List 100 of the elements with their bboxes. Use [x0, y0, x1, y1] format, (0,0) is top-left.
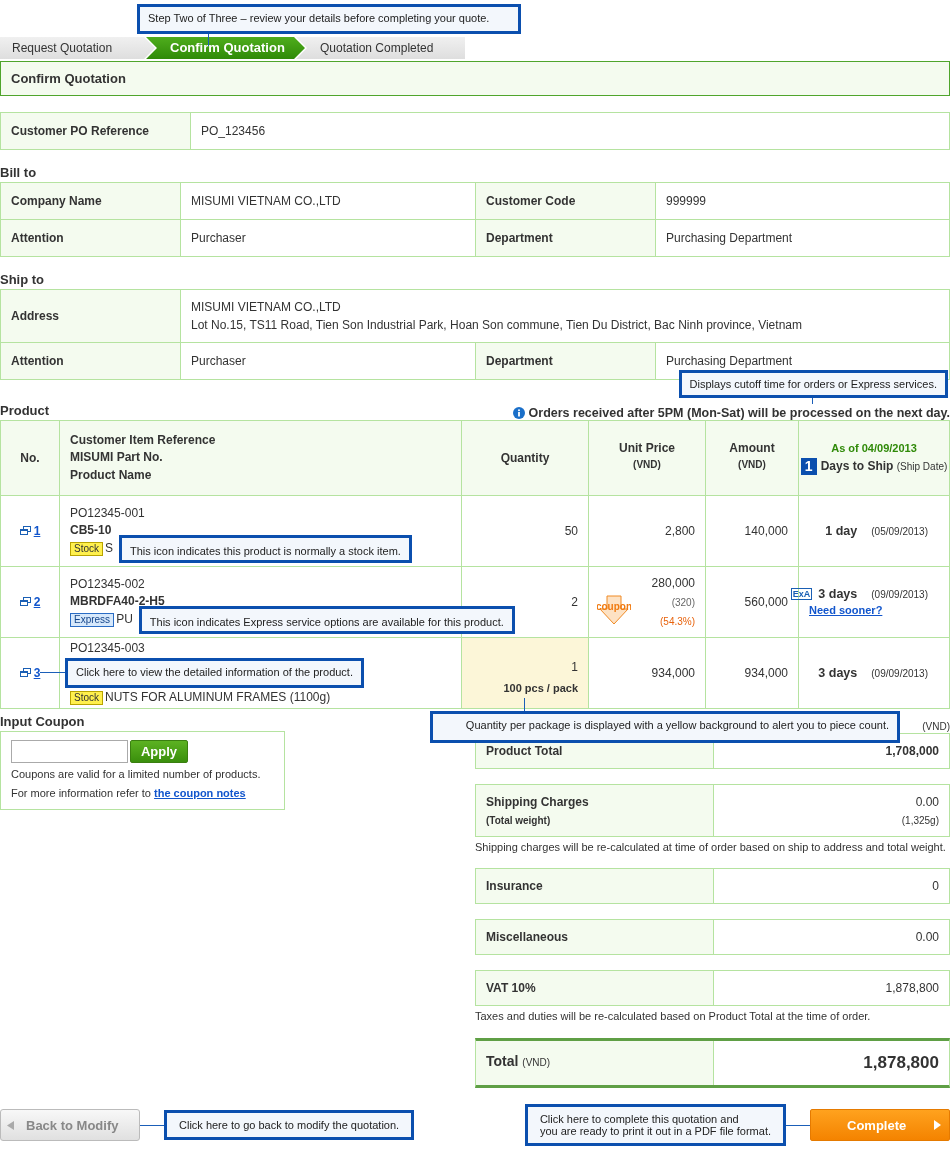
leader-line	[786, 1124, 810, 1126]
leader-line	[208, 34, 209, 46]
apply-button[interactable]: Apply	[130, 740, 188, 763]
field-label: Customer Code	[476, 183, 656, 220]
total-value-cell-text: 0.00	[914, 929, 940, 946]
field-label: Customer PO Reference	[1, 113, 191, 150]
field-value: 999999	[656, 183, 950, 220]
product-name: S	[105, 539, 114, 557]
total-label-cell: Shipping Charges (Total weight)	[476, 785, 714, 836]
field-label: Department	[476, 220, 656, 257]
item-reference: PO12345-001	[70, 504, 146, 522]
unit-price: 280,000	[651, 574, 695, 592]
address-value: MISUMI VIETNAM CO.,LTD Lot No.15, TS11 Road, Tien Son Industrial Park, Hoan Son commune, Tien Du District, Bac Ninh province, Vietnam	[181, 290, 950, 343]
window-icon	[19, 526, 31, 536]
total-value-cell-text: 1,878,800	[884, 980, 940, 997]
table-cell: 934,000	[588, 637, 706, 709]
caret-icon	[7, 1120, 14, 1130]
tooltip: This icon indicates Express service options are available for this product.	[138, 605, 515, 634]
item-reference: PO12345-002	[70, 575, 146, 593]
field-label: Attention	[1, 343, 181, 380]
need-sooner-link[interactable]: Need sooner?	[809, 604, 883, 616]
days-to-ship: 1 day	[825, 524, 858, 538]
pack-size: 100 pcs / pack	[502, 682, 578, 694]
leader-line	[140, 1124, 164, 1126]
table-cell: 140,000	[705, 495, 799, 567]
total-label-cell: Total (VND)	[476, 1041, 714, 1085]
part-number: CB5-10	[70, 522, 113, 540]
tooltip: Step Two of Three – review your details before completing your quote.	[137, 4, 521, 34]
product-name: NUTS FOR ALUMINUM FRAMES (1100g)	[105, 688, 331, 706]
column-header: Amount (VND)	[705, 420, 799, 496]
total-label-cell: Miscellaneous	[476, 920, 714, 954]
field-label: Department	[476, 343, 656, 380]
total-label-cell: Insurance	[476, 869, 714, 903]
currency-label: (VND)	[922, 721, 950, 733]
product-name: PU	[116, 610, 133, 628]
field-label: Address	[1, 290, 181, 343]
column-header: Quantity	[461, 420, 589, 496]
ship-date: (05/09/2013)	[871, 525, 928, 537]
quantity-value: 1	[570, 660, 578, 674]
step-tab[interactable]: Request Quotation	[0, 37, 155, 59]
leader-line	[812, 396, 813, 404]
tooltip: Click here to go back to modify the quotation.	[164, 1110, 415, 1140]
field-label: Company Name	[1, 183, 181, 220]
field-value: Purchasing Department	[656, 220, 950, 257]
coupon-icon: coupon	[597, 595, 631, 625]
coupon-note: Coupons are valid for a limited number of products.	[11, 767, 262, 782]
field-label: Attention	[1, 220, 181, 257]
item-link[interactable]: 1	[33, 523, 41, 538]
product-badge: Express	[70, 612, 115, 627]
product-badge: Stock	[70, 690, 103, 705]
total-value-cell-text: 1,708,000	[884, 743, 940, 760]
section-heading: Input Coupon	[0, 713, 86, 731]
original-price: (320)	[671, 595, 695, 610]
tooltip: This icon indicates this product is normally a stock item.	[119, 534, 412, 563]
table-cell: 934,000	[705, 637, 799, 709]
tooltip: Quantity per package is displayed with a yellow background to alert you to piece count.	[430, 711, 900, 743]
express-icon: ExA	[790, 588, 813, 600]
column-header: No.	[0, 420, 60, 496]
leader-line	[40, 672, 65, 673]
item-link[interactable]: 2	[33, 594, 41, 609]
product-badge: Stock	[70, 541, 103, 556]
section-heading: Product	[0, 402, 50, 420]
note-text: Shipping charges will be re-calculated at time of order based on ship to address and total weight.	[475, 841, 947, 853]
item-link[interactable]: 3	[33, 665, 41, 680]
leader-line	[524, 698, 525, 712]
total-value-cell-text: 0	[931, 878, 940, 895]
total-value-cell-text: 0.00 (1,325g)	[900, 794, 940, 828]
column-header: Unit Price (VND)	[588, 420, 706, 496]
column-header: Customer Item Reference MISUMI Part No. Product Name	[59, 420, 462, 496]
column-header: Days to Ship (Ship Date)	[820, 459, 948, 473]
ship-date: (09/09/2013)	[871, 588, 928, 600]
field-value: Purchaser	[181, 343, 476, 380]
caret-icon	[934, 1120, 941, 1130]
item-reference: PO12345-003	[70, 639, 146, 657]
note-text: Taxes and duties will be re-calculated based on Product Total at the time of order.	[475, 1010, 872, 1022]
field-value: MISUMI VIETNAM CO.,LTD	[181, 183, 476, 220]
tooltip: Click here to complete this quotation and you are ready to print it out in a PDF file format.	[524, 1104, 786, 1146]
coupon-info-text: For more information refer to the coupon notes	[11, 786, 247, 801]
table-cell: 50	[461, 495, 589, 567]
tooltip: Displays cutoff time for orders or Express services.	[678, 370, 948, 398]
ship-date: (09/09/2013)	[871, 667, 928, 679]
section-heading: Ship to	[0, 271, 46, 289]
total-value-cell-text: 1,878,800	[862, 1052, 940, 1074]
days-to-ship: 3 days	[818, 587, 858, 601]
step-tab[interactable]: Quotation Completed	[296, 37, 465, 59]
days-to-ship: 3 days	[818, 666, 858, 680]
window-icon	[19, 597, 31, 607]
coupon-field[interactable]	[11, 740, 128, 763]
notice-text: Orders received after 5PM (Mon-Sat) will be processed on the next day.	[528, 406, 950, 420]
discount-rate: (54.3%)	[660, 614, 695, 629]
coupon-notes-link[interactable]: the coupon notes	[154, 787, 246, 799]
field-value: Purchaser	[181, 220, 476, 257]
as-of-date: As of 04/09/2013	[830, 441, 918, 454]
total-label-cell: VAT 10%	[476, 971, 714, 1005]
number-marker: 1	[800, 457, 817, 475]
section-heading: Bill to	[0, 164, 38, 182]
window-icon	[19, 668, 31, 678]
info-icon	[512, 407, 525, 419]
step-tab[interactable]: Confirm Quotation	[146, 37, 305, 59]
page-title: Confirm Quotation	[0, 61, 950, 96]
